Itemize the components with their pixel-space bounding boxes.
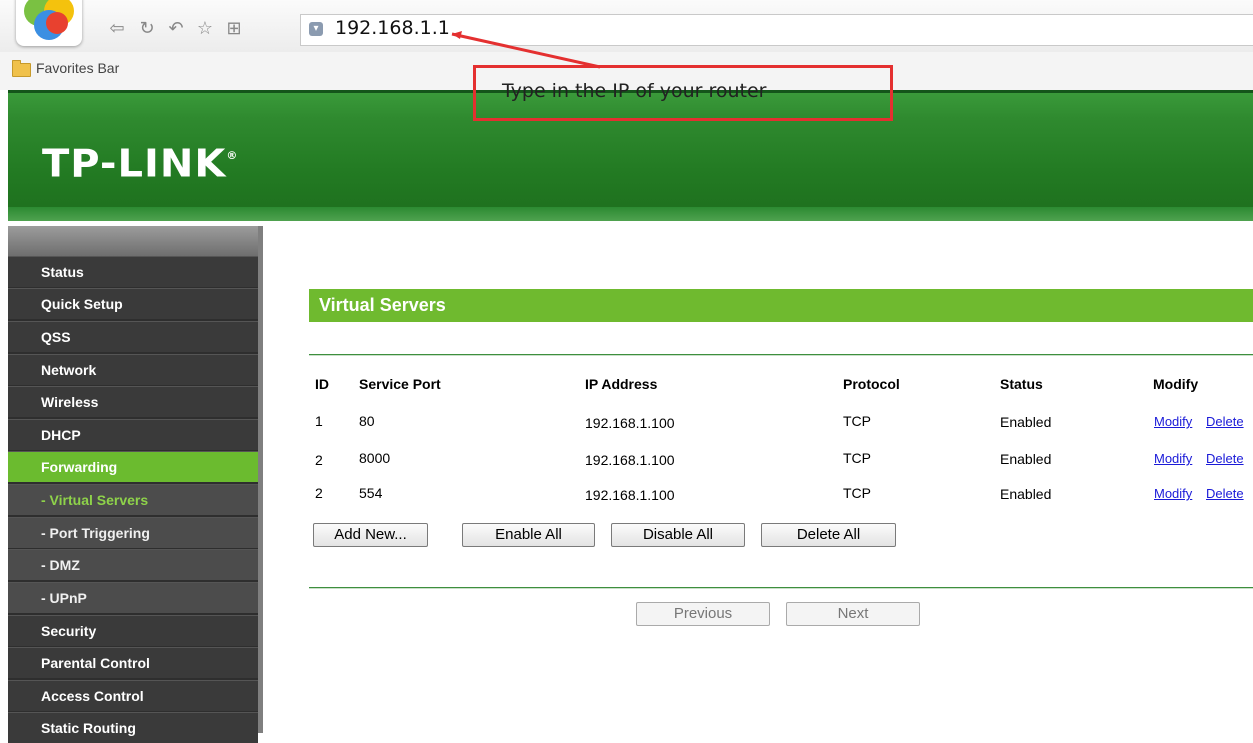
brand-name: TP-LINK: [42, 142, 227, 186]
cell-service-port: 8000: [359, 450, 391, 466]
page-title: Virtual Servers: [309, 289, 1253, 322]
cell-status: Enabled: [1000, 414, 1052, 430]
cell-ip-address: 192.168.1.100: [585, 487, 675, 503]
cell-id: 2: [315, 452, 323, 468]
sidebar-item-port-triggering[interactable]: - Port Triggering: [8, 517, 258, 548]
enable-all-button[interactable]: Enable All: [462, 523, 595, 547]
divider-top: [309, 354, 1253, 356]
star-icon[interactable]: ☆: [192, 16, 218, 42]
sidebar-item-wireless[interactable]: Wireless: [8, 386, 258, 417]
grid-icon[interactable]: ⊞: [221, 16, 247, 42]
divider-bottom: [309, 587, 1253, 589]
cell-id: 2: [315, 485, 323, 501]
cell-service-port: 554: [359, 485, 383, 501]
browser-toolbar: ⇦ ↻ ↶ ☆ ⊞ ▾ 192.168.1.1: [0, 0, 1253, 52]
next-button[interactable]: Next: [786, 602, 920, 626]
refresh-icon[interactable]: ↻: [134, 16, 160, 42]
sidebar-header: [8, 226, 258, 256]
sidebar-item-quick-setup[interactable]: Quick Setup: [8, 288, 258, 319]
cell-protocol: TCP: [843, 413, 871, 429]
sidebar-item-static-routing[interactable]: Static Routing: [8, 712, 258, 743]
sidebar-item-dmz[interactable]: - DMZ: [8, 549, 258, 580]
sidebar-item-virtual-servers[interactable]: - Virtual Servers: [8, 484, 258, 515]
sidebar-menu: Status Quick Setup QSS Network Wireless …: [8, 226, 258, 743]
previous-button[interactable]: Previous: [636, 602, 770, 626]
column-header-id: ID: [315, 376, 329, 392]
sidebar-item-parental-control[interactable]: Parental Control: [8, 647, 258, 678]
sidebar-item-qss[interactable]: QSS: [8, 321, 258, 352]
folder-icon: [12, 60, 31, 77]
column-header-service-port: Service Port: [359, 376, 441, 392]
cell-status: Enabled: [1000, 486, 1052, 502]
cell-protocol: TCP: [843, 450, 871, 466]
tp-link-logo: TP-LINK®: [42, 142, 238, 186]
sidebar-item-dhcp[interactable]: DHCP: [8, 419, 258, 450]
browser-logo-icon[interactable]: [16, 0, 82, 46]
delete-link[interactable]: Delete: [1206, 486, 1244, 501]
brand-reg-mark: ®: [226, 149, 239, 163]
column-header-status: Status: [1000, 376, 1043, 392]
sidebar-item-status[interactable]: Status: [8, 256, 258, 287]
modify-link[interactable]: Modify: [1154, 486, 1192, 501]
shield-icon: ▾: [309, 22, 323, 36]
column-header-modify: Modify: [1153, 376, 1199, 392]
sidebar-item-network[interactable]: Network: [8, 354, 258, 385]
cell-ip-address: 192.168.1.100: [585, 415, 675, 431]
back-icon[interactable]: ⇦: [104, 16, 130, 42]
column-header-protocol: Protocol: [843, 376, 900, 392]
address-bar[interactable]: ▾ 192.168.1.1: [300, 14, 1253, 46]
main-content: Virtual Servers ID Service Port IP Addre…: [263, 226, 1253, 733]
cell-protocol: TCP: [843, 485, 871, 501]
cell-id: 1: [315, 413, 323, 429]
undo-icon[interactable]: ↶: [163, 16, 189, 42]
sidebar-item-security[interactable]: Security: [8, 615, 258, 646]
cell-status: Enabled: [1000, 451, 1052, 467]
delete-all-button[interactable]: Delete All: [761, 523, 896, 547]
add-new-button[interactable]: Add New...: [313, 523, 428, 547]
annotation-text: Type in the IP of your router: [502, 80, 767, 102]
favorites-bar-label[interactable]: Favorites Bar: [36, 60, 119, 76]
cell-ip-address: 192.168.1.100: [585, 452, 675, 468]
delete-link[interactable]: Delete: [1206, 414, 1244, 429]
sidebar-item-access-control[interactable]: Access Control: [8, 680, 258, 711]
cell-service-port: 80: [359, 413, 375, 429]
disable-all-button[interactable]: Disable All: [611, 523, 745, 547]
delete-link[interactable]: Delete: [1206, 451, 1244, 466]
address-input[interactable]: 192.168.1.1: [335, 17, 450, 39]
sidebar-item-forwarding[interactable]: Forwarding: [8, 451, 258, 482]
modify-link[interactable]: Modify: [1154, 414, 1192, 429]
modify-link[interactable]: Modify: [1154, 451, 1192, 466]
column-header-ip-address: IP Address: [585, 376, 658, 392]
sidebar-item-upnp[interactable]: - UPnP: [8, 582, 258, 613]
